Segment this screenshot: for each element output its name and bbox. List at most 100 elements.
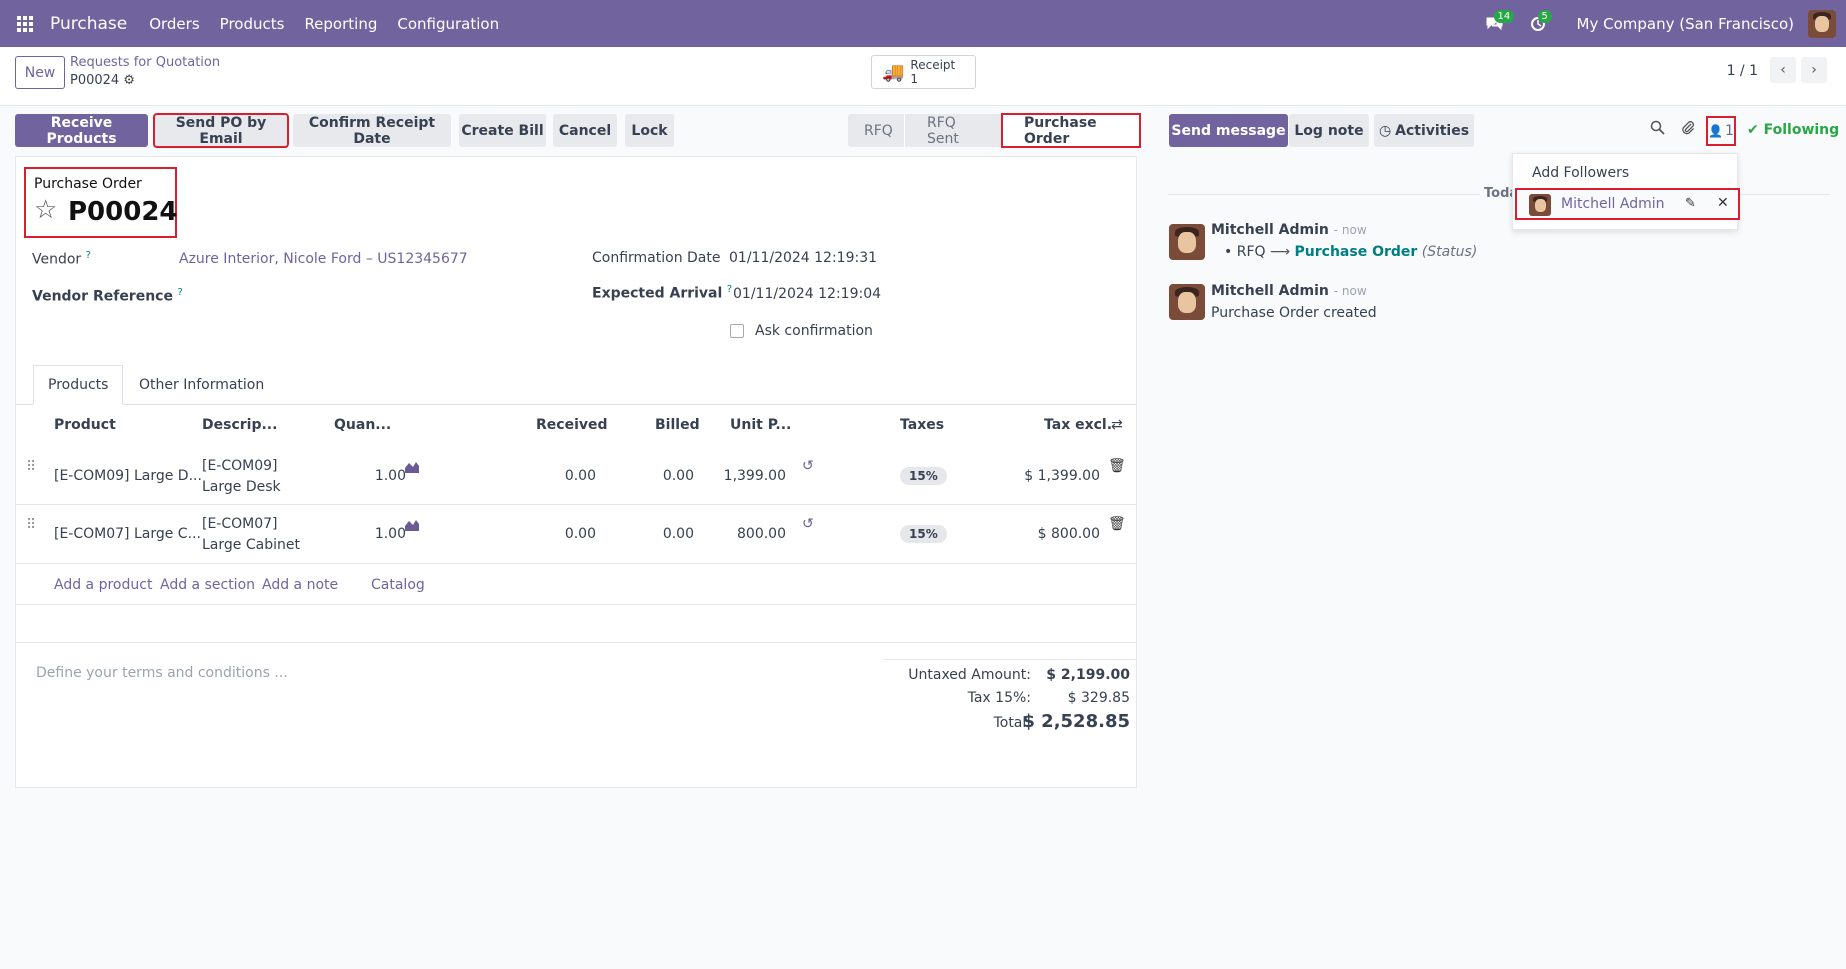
add-product-link[interactable]: Add a product bbox=[54, 577, 152, 593]
send-message-button[interactable]: Send message bbox=[1169, 114, 1288, 147]
menu-configuration[interactable]: Configuration bbox=[397, 15, 499, 33]
menu-orders[interactable]: Orders bbox=[149, 15, 199, 33]
edit-pencil-icon[interactable]: ✎ bbox=[1685, 196, 1696, 211]
lock-button[interactable]: Lock bbox=[625, 114, 674, 147]
search-icon[interactable] bbox=[1650, 120, 1665, 139]
pager-value[interactable]: 1 / 1 bbox=[1727, 63, 1758, 79]
add-followers-item[interactable]: Add Followers bbox=[1532, 165, 1629, 181]
col-product[interactable]: Product bbox=[54, 417, 116, 433]
delete-row-icon[interactable]: 🗑 bbox=[1108, 516, 1126, 532]
pager-previous-icon[interactable]: ‹ bbox=[1770, 57, 1796, 83]
forecast-chart-icon[interactable] bbox=[404, 518, 420, 536]
top-navbar: Purchase Orders Products Reporting Confi… bbox=[0, 0, 1846, 47]
activities-button[interactable]: ◷ Activities bbox=[1374, 114, 1474, 147]
col-billed[interactable]: Billed bbox=[655, 417, 700, 433]
breadcrumb-parent[interactable]: Requests for Quotation bbox=[70, 55, 220, 70]
cancel-button[interactable]: Cancel bbox=[553, 114, 617, 147]
row-quantity[interactable]: 1.00 bbox=[336, 526, 406, 542]
col-description[interactable]: Descrip... bbox=[202, 417, 277, 433]
catalog-link[interactable]: Catalog bbox=[371, 577, 425, 593]
apps-menu-icon[interactable] bbox=[0, 0, 50, 47]
message-body: Purchase Order created bbox=[1211, 305, 1377, 321]
remove-x-icon[interactable]: ✕ bbox=[1717, 195, 1729, 211]
row-quantity[interactable]: 1.00 bbox=[336, 468, 406, 484]
check-icon: ✔ bbox=[1747, 122, 1759, 138]
row-unit-price[interactable]: 1,399.00 bbox=[706, 468, 786, 484]
tab-products[interactable]: Products bbox=[33, 365, 124, 405]
row-description-code[interactable]: [E-COM07] bbox=[202, 516, 278, 532]
drag-handle-icon[interactable]: ⠿ bbox=[26, 459, 36, 475]
company-switcher[interactable]: My Company (San Francisco) bbox=[1577, 15, 1794, 33]
person-icon: 👤 bbox=[1708, 124, 1724, 138]
delete-row-icon[interactable]: 🗑 bbox=[1108, 458, 1126, 474]
receipt-count: 1 bbox=[910, 72, 919, 86]
paperclip-icon[interactable] bbox=[1681, 120, 1695, 140]
gear-icon[interactable]: ⚙ bbox=[123, 73, 135, 88]
avatar[interactable] bbox=[1169, 224, 1205, 260]
tax-badge[interactable]: 15% bbox=[900, 467, 947, 485]
stage-purchase-order[interactable]: Purchase Order bbox=[1001, 113, 1141, 148]
activities-clock-icon[interactable]: 5 bbox=[1523, 9, 1553, 39]
receipt-smart-button[interactable]: 🚚 Receipt 1 bbox=[871, 55, 976, 89]
col-quantity[interactable]: Quan... bbox=[334, 417, 391, 433]
notebook-tabs: Products Other Information bbox=[16, 365, 1136, 405]
row-description-name[interactable]: Large Desk bbox=[202, 479, 281, 495]
untaxed-label: Untaxed Amount: bbox=[908, 667, 1031, 683]
user-avatar[interactable] bbox=[1808, 9, 1836, 38]
followers-button[interactable]: 👤 1 bbox=[1706, 116, 1736, 146]
drag-handle-icon[interactable]: ⠿ bbox=[26, 517, 36, 533]
tax-badge[interactable]: 15% bbox=[900, 525, 947, 543]
row-unit-price[interactable]: 800.00 bbox=[706, 526, 786, 542]
following-toggle[interactable]: ✔ Following bbox=[1747, 122, 1839, 138]
row-product[interactable]: [E-COM07] Large C... bbox=[54, 526, 201, 542]
col-unit-price[interactable]: Unit P... bbox=[730, 417, 791, 433]
column-settings-icon[interactable]: ⇄ bbox=[1111, 417, 1123, 433]
log-note-button[interactable]: Log note bbox=[1289, 114, 1369, 147]
pager-next-icon[interactable]: › bbox=[1801, 57, 1827, 83]
po-number: P00024 bbox=[68, 197, 178, 227]
price-history-icon[interactable]: ↺ bbox=[802, 458, 814, 474]
follower-name[interactable]: Mitchell Admin bbox=[1561, 196, 1665, 212]
star-icon[interactable]: ☆ bbox=[34, 195, 57, 225]
col-tax-excl[interactable]: Tax excl. bbox=[1044, 417, 1112, 433]
breadcrumb-current: P00024 ⚙ bbox=[70, 73, 135, 88]
row-description-code[interactable]: [E-COM09] bbox=[202, 458, 278, 474]
new-button[interactable]: New bbox=[15, 56, 65, 89]
terms-conditions-field[interactable]: Define your terms and conditions ... bbox=[36, 665, 288, 681]
forecast-chart-icon[interactable] bbox=[404, 460, 420, 478]
total-value: $ 2,528.85 bbox=[1022, 711, 1130, 732]
menu-reporting[interactable]: Reporting bbox=[304, 15, 377, 33]
col-received[interactable]: Received bbox=[536, 417, 608, 433]
expected-arrival-field[interactable]: 01/11/2024 12:19:04 bbox=[733, 286, 881, 302]
send-po-email-button[interactable]: Send PO by Email bbox=[153, 113, 289, 148]
title-label: Purchase Order bbox=[34, 176, 142, 192]
price-history-icon[interactable]: ↺ bbox=[802, 516, 814, 532]
menu-products[interactable]: Products bbox=[220, 15, 285, 33]
confirm-receipt-date-button[interactable]: Confirm Receipt Date bbox=[293, 114, 451, 147]
ask-confirmation-label: Ask confirmation bbox=[755, 323, 873, 339]
table-row[interactable]: ⠿ [E-COM07] Large C... [E-COM07] Large C… bbox=[16, 504, 1136, 562]
vendor-label: Vendor ? bbox=[32, 250, 91, 268]
messages-icon[interactable]: 14 bbox=[1479, 9, 1515, 39]
confirmation-date-field[interactable]: 01/11/2024 12:19:31 bbox=[729, 250, 877, 266]
ask-confirmation-checkbox[interactable] bbox=[730, 324, 744, 338]
row-description-name[interactable]: Large Cabinet bbox=[202, 537, 300, 553]
avatar[interactable] bbox=[1169, 284, 1205, 320]
follower-item[interactable]: Mitchell Admin ✎ ✕ bbox=[1515, 188, 1740, 220]
following-label: Following bbox=[1763, 122, 1840, 138]
activities-count-badge: 5 bbox=[1537, 9, 1552, 23]
receive-products-button[interactable]: Receive Products bbox=[15, 114, 148, 147]
add-note-link[interactable]: Add a note bbox=[262, 577, 338, 593]
stage-rfq-sent[interactable]: RFQ Sent bbox=[904, 114, 1002, 147]
row-product[interactable]: [E-COM09] Large D... bbox=[54, 468, 202, 484]
app-name[interactable]: Purchase bbox=[50, 14, 127, 34]
create-bill-button[interactable]: Create Bill bbox=[459, 114, 546, 147]
table-row[interactable]: ⠿ [E-COM09] Large D... [E-COM09] Large D… bbox=[16, 445, 1136, 503]
vendor-field[interactable]: Azure Interior, Nicole Ford – US12345677 bbox=[179, 251, 468, 267]
col-taxes[interactable]: Taxes bbox=[900, 417, 944, 433]
tax-value: $ 329.85 bbox=[1067, 690, 1130, 706]
add-section-link[interactable]: Add a section bbox=[160, 577, 255, 593]
breadcrumb-current-label: P00024 bbox=[70, 73, 120, 88]
tab-other-information[interactable]: Other Information bbox=[125, 365, 278, 405]
stage-rfq[interactable]: RFQ bbox=[848, 114, 904, 147]
